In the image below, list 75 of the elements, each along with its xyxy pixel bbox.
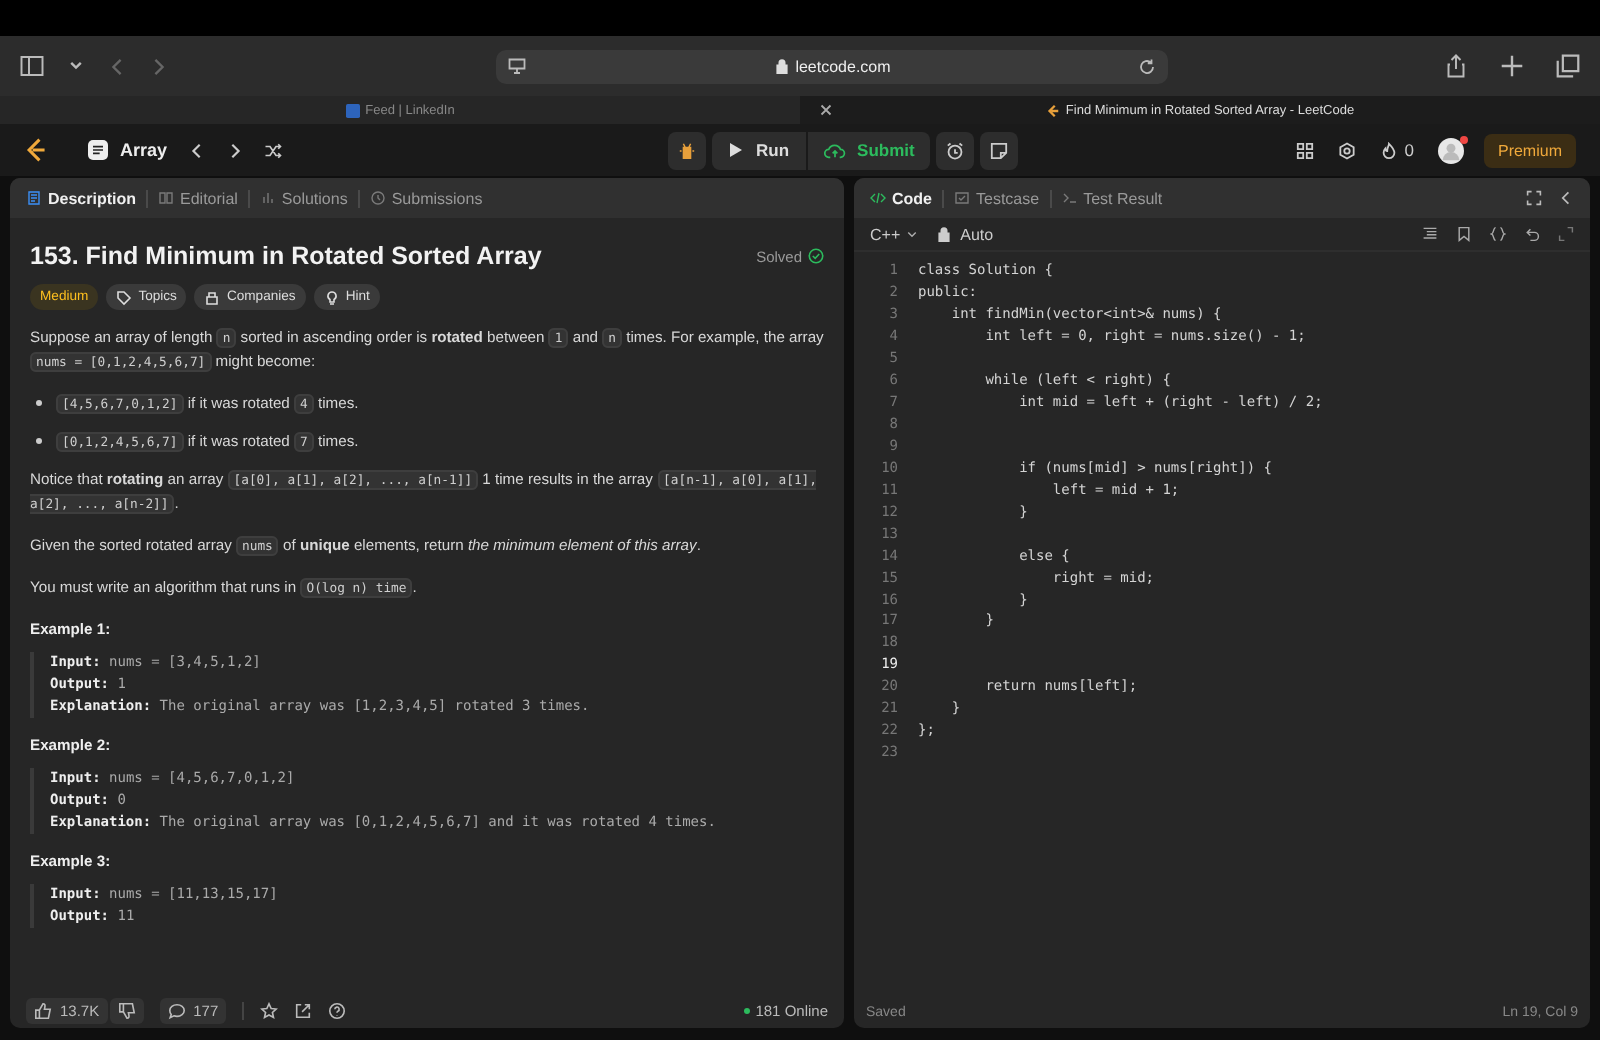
app-favicon-icon [345,103,360,117]
expand-icon[interactable] [1558,226,1574,242]
lock-icon [773,58,790,74]
chevron-down-icon [906,228,919,240]
app-favicon-icon [1045,103,1060,117]
panel-tab[interactable]: Testcase [954,189,1040,207]
url-text: leetcode.com [795,57,891,75]
bug-icon [678,141,696,159]
share-icon[interactable] [1444,54,1468,78]
submit-button[interactable]: Submit [807,131,931,169]
fullscreen-icon[interactable] [1526,190,1542,206]
close-icon[interactable] [820,104,832,116]
play-icon [728,142,744,158]
undo-icon[interactable] [1524,226,1540,242]
bullet-icon [36,438,42,444]
reload-icon[interactable] [1138,57,1156,75]
run-button[interactable]: Run [712,131,806,169]
checkbox-icon [954,190,970,206]
tabs-icon[interactable] [1556,54,1580,78]
document-icon [26,190,42,206]
book-icon [158,190,175,206]
problem-list-button[interactable]: Array [88,140,168,160]
panel-tab[interactable]: Code [870,189,932,207]
panel-tab[interactable]: Submissions [369,189,483,207]
braces-icon[interactable] [1490,226,1506,242]
panel-tab[interactable]: Solutions [259,189,348,207]
previous-icon[interactable] [187,141,206,159]
dislike-button[interactable] [109,997,144,1023]
panel-tab[interactable]: Test Result [1061,189,1163,207]
plus-icon[interactable] [1500,54,1524,78]
external-link-icon[interactable] [294,1001,313,1019]
flame-icon [1380,141,1399,159]
collapse-icon[interactable] [1558,190,1574,206]
back-icon[interactable] [108,57,126,75]
format-icon[interactable] [1422,226,1438,242]
timer-button[interactable] [936,131,975,169]
problem-title: 153. Find Minimum in Rotated Sorted Array [30,240,542,274]
star-icon[interactable] [260,1001,279,1019]
alarm-clock-icon [946,141,965,159]
notes-button[interactable] [980,131,1019,169]
history-icon [369,190,386,206]
thumbs-down-icon [117,1001,136,1019]
sidebar-icon[interactable] [20,54,44,78]
logo-icon[interactable] [24,138,48,162]
bullet-icon [36,400,42,406]
forward-icon[interactable] [150,57,168,75]
terminal-icon [1061,190,1078,206]
thumbs-up-icon [34,1001,52,1019]
check-circle-icon [808,248,824,264]
help-icon[interactable] [328,1001,347,1019]
online-dot-icon [743,1007,750,1013]
chevron-down-icon[interactable] [68,58,84,74]
note-icon [990,141,1009,159]
shuffle-icon[interactable] [263,141,282,159]
debug-button[interactable] [668,131,706,169]
bookmark-icon[interactable] [1456,226,1472,242]
panel-tab[interactable]: Description [26,189,137,207]
settings-icon[interactable] [1338,141,1357,159]
upload-cloud-icon [823,141,846,159]
code-icon [870,190,886,206]
avatar-icon[interactable] [1437,137,1464,163]
lock-icon [936,226,953,242]
grid-icon[interactable] [1296,141,1315,159]
mode-label[interactable]: Auto [936,225,994,243]
panel-tab[interactable]: Editorial [158,189,238,207]
list-icon [88,140,108,160]
premium-button[interactable]: Premium [1483,133,1576,167]
streak-counter[interactable]: 0 [1380,140,1414,160]
lightbulb-icon [323,289,340,305]
speech-bubble-icon [167,1001,186,1019]
language-dropdown[interactable]: C++ [870,225,919,243]
page-icon [508,57,526,75]
address-bar[interactable]: leetcode.com [496,49,1168,83]
notification-dot-icon [1459,135,1468,143]
tag-icon [116,289,133,305]
